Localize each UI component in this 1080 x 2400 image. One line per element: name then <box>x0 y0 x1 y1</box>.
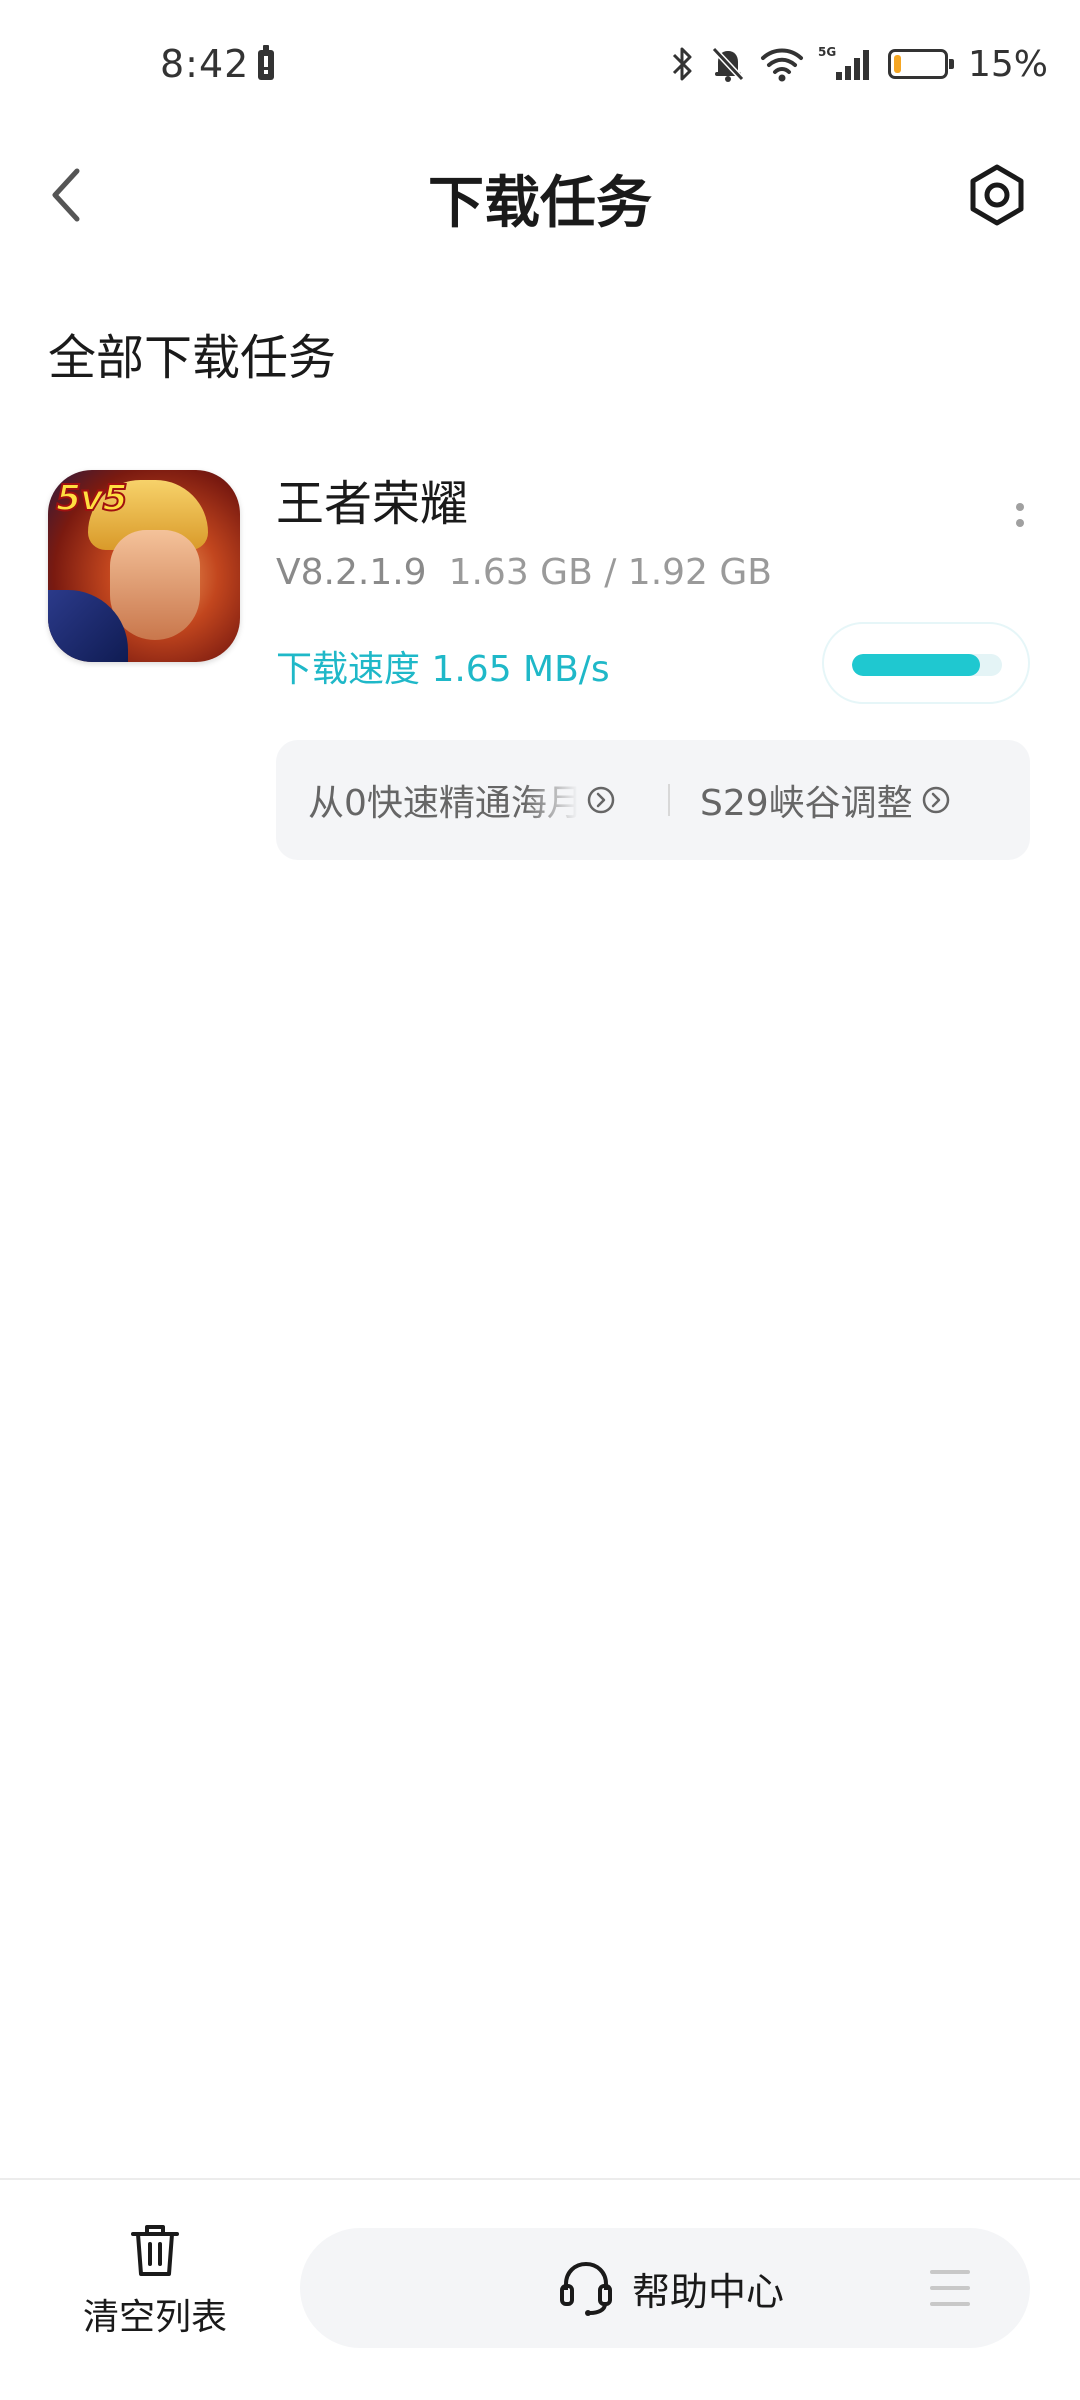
link-season-label: S29峡谷调整 <box>700 783 913 824</box>
app-icon-badge: 5v5 <box>55 477 129 520</box>
download-task[interactable]: 5v5 王者荣耀 V8.2.1.9 1.63 GB / 1.92 GB 下载速度 … <box>0 460 1080 880</box>
header: 下载任务 <box>0 130 1080 260</box>
link-guide[interactable]: 从0快速精通海月 <box>308 740 638 860</box>
more-dot <box>1016 519 1024 527</box>
download-speed: 下载速度 1.65 MB/s <box>276 649 610 690</box>
page-title: 下载任务 <box>428 171 652 236</box>
link-season[interactable]: S29峡谷调整 <box>700 740 951 860</box>
download-progress-button[interactable] <box>822 622 1030 704</box>
circle-chevron-right-icon <box>922 786 949 814</box>
help-center-label: 帮助中心 <box>632 2269 785 2314</box>
status-time: 8:42 <box>160 42 250 86</box>
progress-track <box>852 654 1002 676</box>
related-links: 从0快速精通海月 S29峡谷调整 <box>276 740 1030 860</box>
circle-chevron-right-icon <box>587 786 615 814</box>
battery-percent: 15% <box>968 43 1049 85</box>
svg-text:5G: 5G <box>818 45 836 59</box>
trash-icon <box>131 2225 179 2276</box>
settings-button[interactable] <box>962 160 1032 230</box>
battery-level <box>894 55 901 73</box>
clear-list-label: 清空列表 <box>82 2297 227 2338</box>
section-title: 全部下载任务 <box>48 330 337 386</box>
app-meta: V8.2.1.9 1.63 GB / 1.92 GB <box>276 552 772 593</box>
clear-list-button[interactable]: 清空列表 <box>60 2220 250 2360</box>
bluetooth-icon <box>672 47 692 81</box>
help-center-button[interactable]: 帮助中心 <box>300 2228 1030 2348</box>
settings-hexagon-icon <box>970 164 1024 226</box>
more-options-button[interactable] <box>1000 490 1040 540</box>
app-name: 王者荣耀 <box>276 476 469 532</box>
headset-icon <box>560 2261 612 2316</box>
download-size: 1.63 GB / 1.92 GB <box>448 552 772 593</box>
app-version: V8.2.1.9 <box>276 552 427 593</box>
status-bar: 8:42 5G 15% <box>0 0 1080 130</box>
mute-bell-icon <box>711 46 745 82</box>
battery-icon <box>888 49 954 79</box>
app-icon[interactable]: 5v5 <box>48 470 240 662</box>
battery-alert-icon <box>258 45 274 80</box>
menu-icon[interactable] <box>930 2270 970 2306</box>
bottom-bar: 清空列表 帮助中心 <box>0 2178 1080 2400</box>
5g-signal-icon: 5G <box>818 45 869 80</box>
link-divider <box>668 784 670 816</box>
more-dot <box>1016 503 1024 511</box>
wifi-icon <box>761 48 803 82</box>
progress-fill <box>852 654 980 676</box>
status-icons: 5G 15% <box>670 43 1049 85</box>
link-guide-label: 从0快速精通海月 <box>308 783 578 824</box>
